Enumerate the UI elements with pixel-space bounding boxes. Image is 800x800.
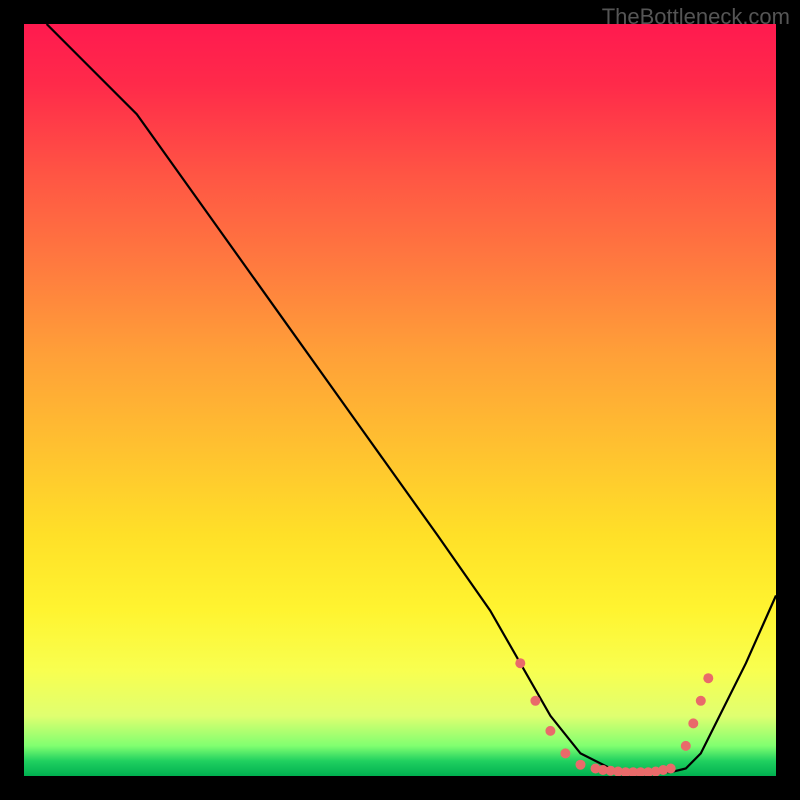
plot-area: [24, 24, 776, 776]
marker-dot: [576, 760, 586, 770]
curve-line: [47, 24, 776, 772]
marker-dot: [515, 658, 525, 668]
chart-container: TheBottleneck.com: [0, 0, 800, 800]
watermark-text: TheBottleneck.com: [602, 4, 790, 30]
marker-dot: [545, 726, 555, 736]
marker-dot: [696, 696, 706, 706]
marker-dot: [530, 696, 540, 706]
marker-dot: [666, 764, 676, 774]
marker-dot: [703, 673, 713, 683]
marker-dot: [681, 741, 691, 751]
chart-svg: [24, 24, 776, 776]
marker-dot: [560, 748, 570, 758]
marker-dot: [688, 718, 698, 728]
marker-dots: [515, 658, 713, 776]
